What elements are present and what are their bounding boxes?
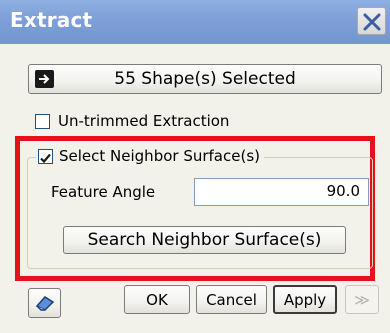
- checkmark-icon: [40, 153, 51, 163]
- ok-button[interactable]: OK: [124, 285, 190, 314]
- feature-angle-input[interactable]: 90.0: [194, 178, 369, 206]
- arrow-select-icon: [35, 70, 54, 88]
- shapes-selected-label: 55 Shape(s) Selected: [114, 69, 296, 89]
- title-bar: Extract: [0, 0, 390, 44]
- close-button[interactable]: [357, 7, 386, 35]
- shapes-selected-button[interactable]: 55 Shape(s) Selected: [28, 64, 382, 94]
- select-neighbor-checkbox[interactable]: [38, 148, 53, 164]
- eraser-icon: [35, 296, 54, 311]
- select-neighbor-label: Select Neighbor Surface(s): [59, 147, 260, 165]
- eraser-button[interactable]: [28, 288, 61, 318]
- untrimmed-checkbox[interactable]: [35, 114, 50, 129]
- more-button[interactable]: ≫: [345, 285, 379, 314]
- close-icon: [363, 13, 381, 31]
- dialog-title: Extract: [10, 8, 93, 32]
- extract-dialog: Extract 55 Shape(s) Selected Un-trimmed …: [0, 0, 390, 333]
- feature-angle-label: Feature Angle: [51, 183, 156, 201]
- search-neighbor-button[interactable]: Search Neighbor Surface(s): [63, 226, 346, 254]
- cancel-button[interactable]: Cancel: [196, 285, 267, 314]
- apply-button[interactable]: Apply: [273, 285, 337, 314]
- untrimmed-label: Un-trimmed Extraction: [58, 112, 230, 130]
- neighbor-group-legend: Select Neighbor Surface(s): [36, 146, 264, 166]
